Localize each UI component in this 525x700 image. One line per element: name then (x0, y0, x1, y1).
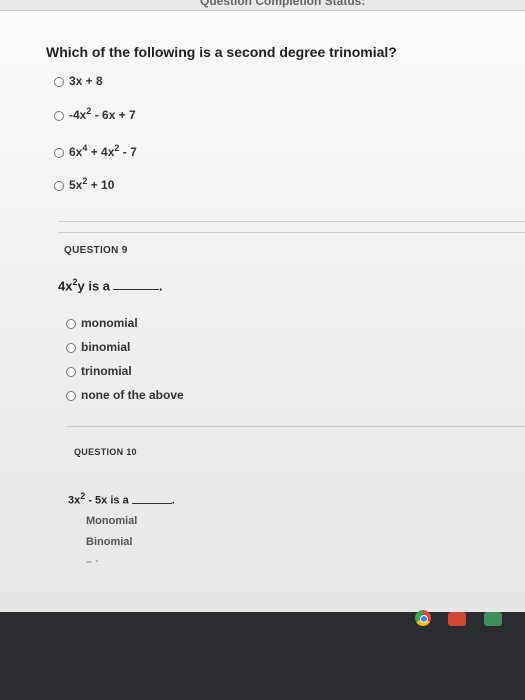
radio-button[interactable] (66, 342, 76, 353)
chrome-icon-center (420, 615, 428, 623)
radio-button[interactable] (54, 180, 64, 191)
q10-option-monomial[interactable]: Monomial (86, 515, 137, 527)
question-9-label: QUESTION 9 (64, 245, 128, 256)
question-8-block: Which of the following is a second degre… (30, 24, 513, 214)
q9-option-none[interactable]: none of the above (66, 388, 184, 402)
q8-option-3[interactable]: 6x4 + 4x2 - 7 (54, 143, 137, 159)
divider (58, 221, 525, 222)
mail-icon[interactable] (448, 612, 466, 626)
radio-button[interactable] (66, 318, 76, 329)
q8-option-2[interactable]: -4x2 - 6x + 7 (54, 106, 136, 122)
taskbar (0, 610, 525, 700)
status-bar: Question Completion Status: (0, 0, 525, 11)
radio-button[interactable] (54, 147, 64, 158)
q8-option-4[interactable]: 5x2 + 10 (54, 176, 114, 192)
q8-option-1[interactable]: 3x + 8 (54, 74, 103, 88)
question-10-stem: 3x2 - 5x is a. (68, 491, 175, 507)
question-8-title: Which of the following is a second degre… (46, 44, 397, 60)
divider (58, 232, 525, 233)
q10-option-binomial[interactable]: Binomial (86, 536, 132, 548)
radio-button[interactable] (66, 366, 76, 377)
chrome-icon[interactable] (415, 610, 431, 626)
question-9-stem: 4x2y is a. (58, 277, 163, 294)
q10-option-partial: – · (86, 556, 99, 568)
browser-page: Question Completion Status: Which of the… (0, 0, 525, 612)
radio-button[interactable] (54, 110, 64, 121)
radio-button[interactable] (54, 76, 64, 87)
q9-option-binomial[interactable]: binomial (66, 340, 130, 354)
answer-blank (113, 289, 160, 291)
q9-option-trinomial[interactable]: trinomial (66, 364, 132, 378)
files-icon[interactable] (484, 612, 502, 626)
question-completion-status: Question Completion Status: (200, 0, 366, 8)
q9-option-monomial[interactable]: monomial (66, 316, 138, 330)
answer-blank (131, 502, 172, 504)
question-10-label: QUESTION 10 (74, 447, 137, 457)
divider (66, 426, 525, 427)
radio-button[interactable] (66, 390, 76, 401)
